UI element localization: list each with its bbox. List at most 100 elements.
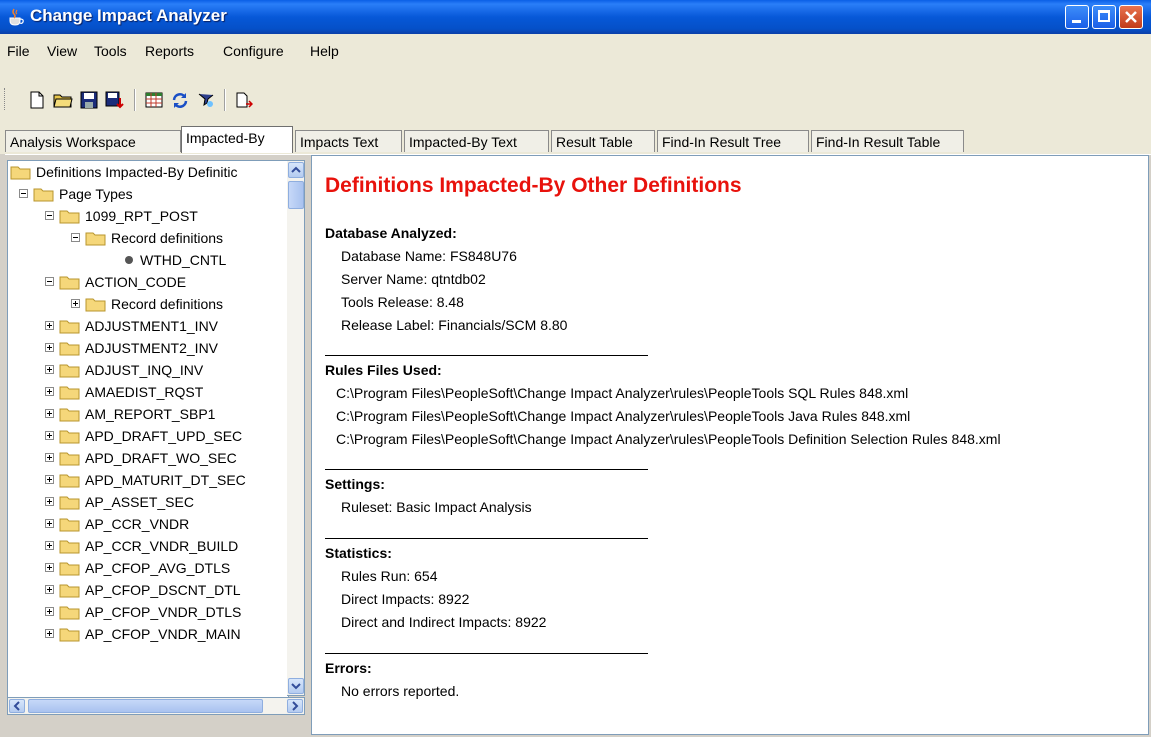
folder-icon — [59, 606, 80, 620]
tree-node-label: AP_ASSET_SEC — [85, 494, 194, 510]
expand-toggle-icon[interactable] — [45, 629, 54, 638]
expand-toggle-icon[interactable] — [45, 541, 54, 550]
collapse-toggle-icon[interactable] — [45, 277, 54, 286]
folder-icon — [59, 210, 80, 224]
expand-toggle-icon[interactable] — [45, 607, 54, 616]
expand-toggle-icon[interactable] — [45, 365, 54, 374]
tab-analysis-workspace[interactable]: Analysis Workspace — [5, 130, 181, 152]
tree-node-label: Record definitions — [111, 296, 224, 312]
scroll-left-button[interactable] — [9, 699, 25, 713]
menu-reports[interactable]: Reports — [145, 43, 194, 59]
expand-toggle-icon[interactable] — [45, 431, 54, 440]
folder-icon — [59, 408, 80, 422]
expand-toggle-icon[interactable] — [45, 409, 54, 418]
scroll-thumb-horizontal[interactable] — [28, 699, 263, 713]
menu-configure[interactable]: Configure — [223, 43, 284, 59]
folder-icon — [59, 518, 80, 532]
menu-view[interactable]: View — [47, 43, 77, 59]
scroll-thumb[interactable] — [288, 181, 304, 209]
tab-result-table[interactable]: Result Table — [551, 130, 655, 152]
chevron-right-icon — [292, 701, 299, 711]
scroll-down-button[interactable] — [288, 678, 304, 694]
section-divider — [325, 653, 648, 654]
save-icon[interactable] — [79, 90, 99, 110]
folder-icon — [59, 430, 80, 444]
chevron-up-icon — [291, 166, 301, 173]
tree-node-label: AP_CCR_VNDR_BUILD — [85, 538, 239, 554]
expand-toggle-icon[interactable] — [45, 453, 54, 462]
tree-horizontal-scrollbar[interactable] — [7, 697, 305, 715]
settings-heading: Settings: — [325, 476, 385, 492]
folder-icon — [59, 276, 80, 290]
menu-file[interactable]: File — [7, 43, 30, 59]
tree-node-label: AP_CFOP_VNDR_MAIN — [85, 626, 241, 642]
folder-icon — [59, 474, 80, 488]
database-line: Tools Release: 8.48 — [341, 294, 464, 310]
tab-impacts-text[interactable]: Impacts Text — [295, 130, 402, 152]
folder-icon — [59, 452, 80, 466]
rules-line: C:\Program Files\PeopleSoft\Change Impac… — [336, 385, 909, 401]
title-bar[interactable]: Change Impact Analyzer — [0, 0, 1151, 35]
tab-find-in-result-tree[interactable]: Find-In Result Tree — [657, 130, 809, 152]
minimize-icon — [1072, 20, 1081, 23]
maximize-icon — [1098, 10, 1110, 22]
scroll-up-button[interactable] — [288, 162, 304, 178]
chevron-down-icon — [291, 683, 301, 690]
minimize-button[interactable] — [1065, 5, 1089, 29]
collapse-toggle-icon[interactable] — [71, 233, 80, 242]
export-icon[interactable] — [233, 90, 253, 110]
expand-toggle-icon[interactable] — [45, 497, 54, 506]
tree-node-label: ADJUSTMENT2_INV — [85, 340, 219, 356]
database-heading: Database Analyzed: — [325, 225, 457, 241]
menu-help[interactable]: Help — [310, 43, 339, 59]
folder-icon — [10, 166, 31, 180]
expand-toggle-icon[interactable] — [45, 343, 54, 352]
filter-icon[interactable] — [196, 90, 216, 110]
definitions-tree[interactable]: Definitions Impacted-By Definitic Page T… — [7, 160, 289, 698]
scroll-right-button[interactable] — [287, 699, 303, 713]
database-line: Release Label: Financials/SCM 8.80 — [341, 317, 568, 333]
tree-node-label: 1099_RPT_POST — [85, 208, 198, 224]
database-line: Database Name: FS848U76 — [341, 248, 517, 264]
tab-impacted-by-text[interactable]: Impacted-By Text — [404, 130, 549, 152]
expand-toggle-icon[interactable] — [45, 475, 54, 484]
grid-icon[interactable] — [144, 90, 164, 110]
tree-node-label: Page Types — [59, 186, 133, 202]
report-title: Definitions Impacted-By Other Definition… — [325, 174, 742, 197]
tree-node-label: APD_DRAFT_UPD_SEC — [85, 428, 243, 444]
open-folder-icon[interactable] — [53, 90, 73, 110]
tree-node-label: ACTION_CODE — [85, 274, 187, 290]
maximize-button[interactable] — [1092, 5, 1116, 29]
folder-icon — [85, 232, 106, 246]
rules-heading: Rules Files Used: — [325, 362, 442, 378]
tab-find-in-result-table[interactable]: Find-In Result Table — [811, 130, 964, 152]
menu-tools[interactable]: Tools — [94, 43, 127, 59]
tree-node-label: APD_MATURIT_DT_SEC — [85, 472, 246, 488]
java-cup-icon — [9, 8, 24, 26]
section-divider — [325, 469, 648, 470]
expand-toggle-icon[interactable] — [45, 519, 54, 528]
menu-bar: File View Tools Reports Configure Help — [0, 34, 1151, 81]
rules-line: C:\Program Files\PeopleSoft\Change Impac… — [336, 408, 911, 424]
expand-toggle-icon[interactable] — [45, 585, 54, 594]
collapse-toggle-icon[interactable] — [45, 211, 54, 220]
folder-icon — [59, 320, 80, 334]
new-icon[interactable] — [27, 90, 47, 110]
expand-toggle-icon[interactable] — [71, 299, 80, 308]
expand-toggle-icon[interactable] — [45, 387, 54, 396]
expand-toggle-icon[interactable] — [45, 563, 54, 572]
tree-vertical-scrollbar[interactable] — [287, 160, 305, 696]
tab-impacted-by[interactable]: Impacted-By — [181, 126, 293, 153]
toolbar-grip[interactable] — [4, 88, 8, 110]
collapse-toggle-icon[interactable] — [19, 189, 28, 198]
folder-icon — [59, 562, 80, 576]
save-as-icon[interactable] — [105, 90, 125, 110]
chevron-left-icon — [13, 701, 20, 711]
tree-node-label: WTHD_CNTL — [140, 252, 227, 268]
expand-toggle-icon[interactable] — [45, 321, 54, 330]
refresh-icon[interactable] — [170, 90, 190, 110]
tree-root-label: Definitions Impacted-By Definitic — [36, 164, 238, 180]
errors-heading: Errors: — [325, 660, 372, 676]
settings-line: Ruleset: Basic Impact Analysis — [341, 499, 532, 515]
close-button[interactable] — [1119, 5, 1143, 29]
